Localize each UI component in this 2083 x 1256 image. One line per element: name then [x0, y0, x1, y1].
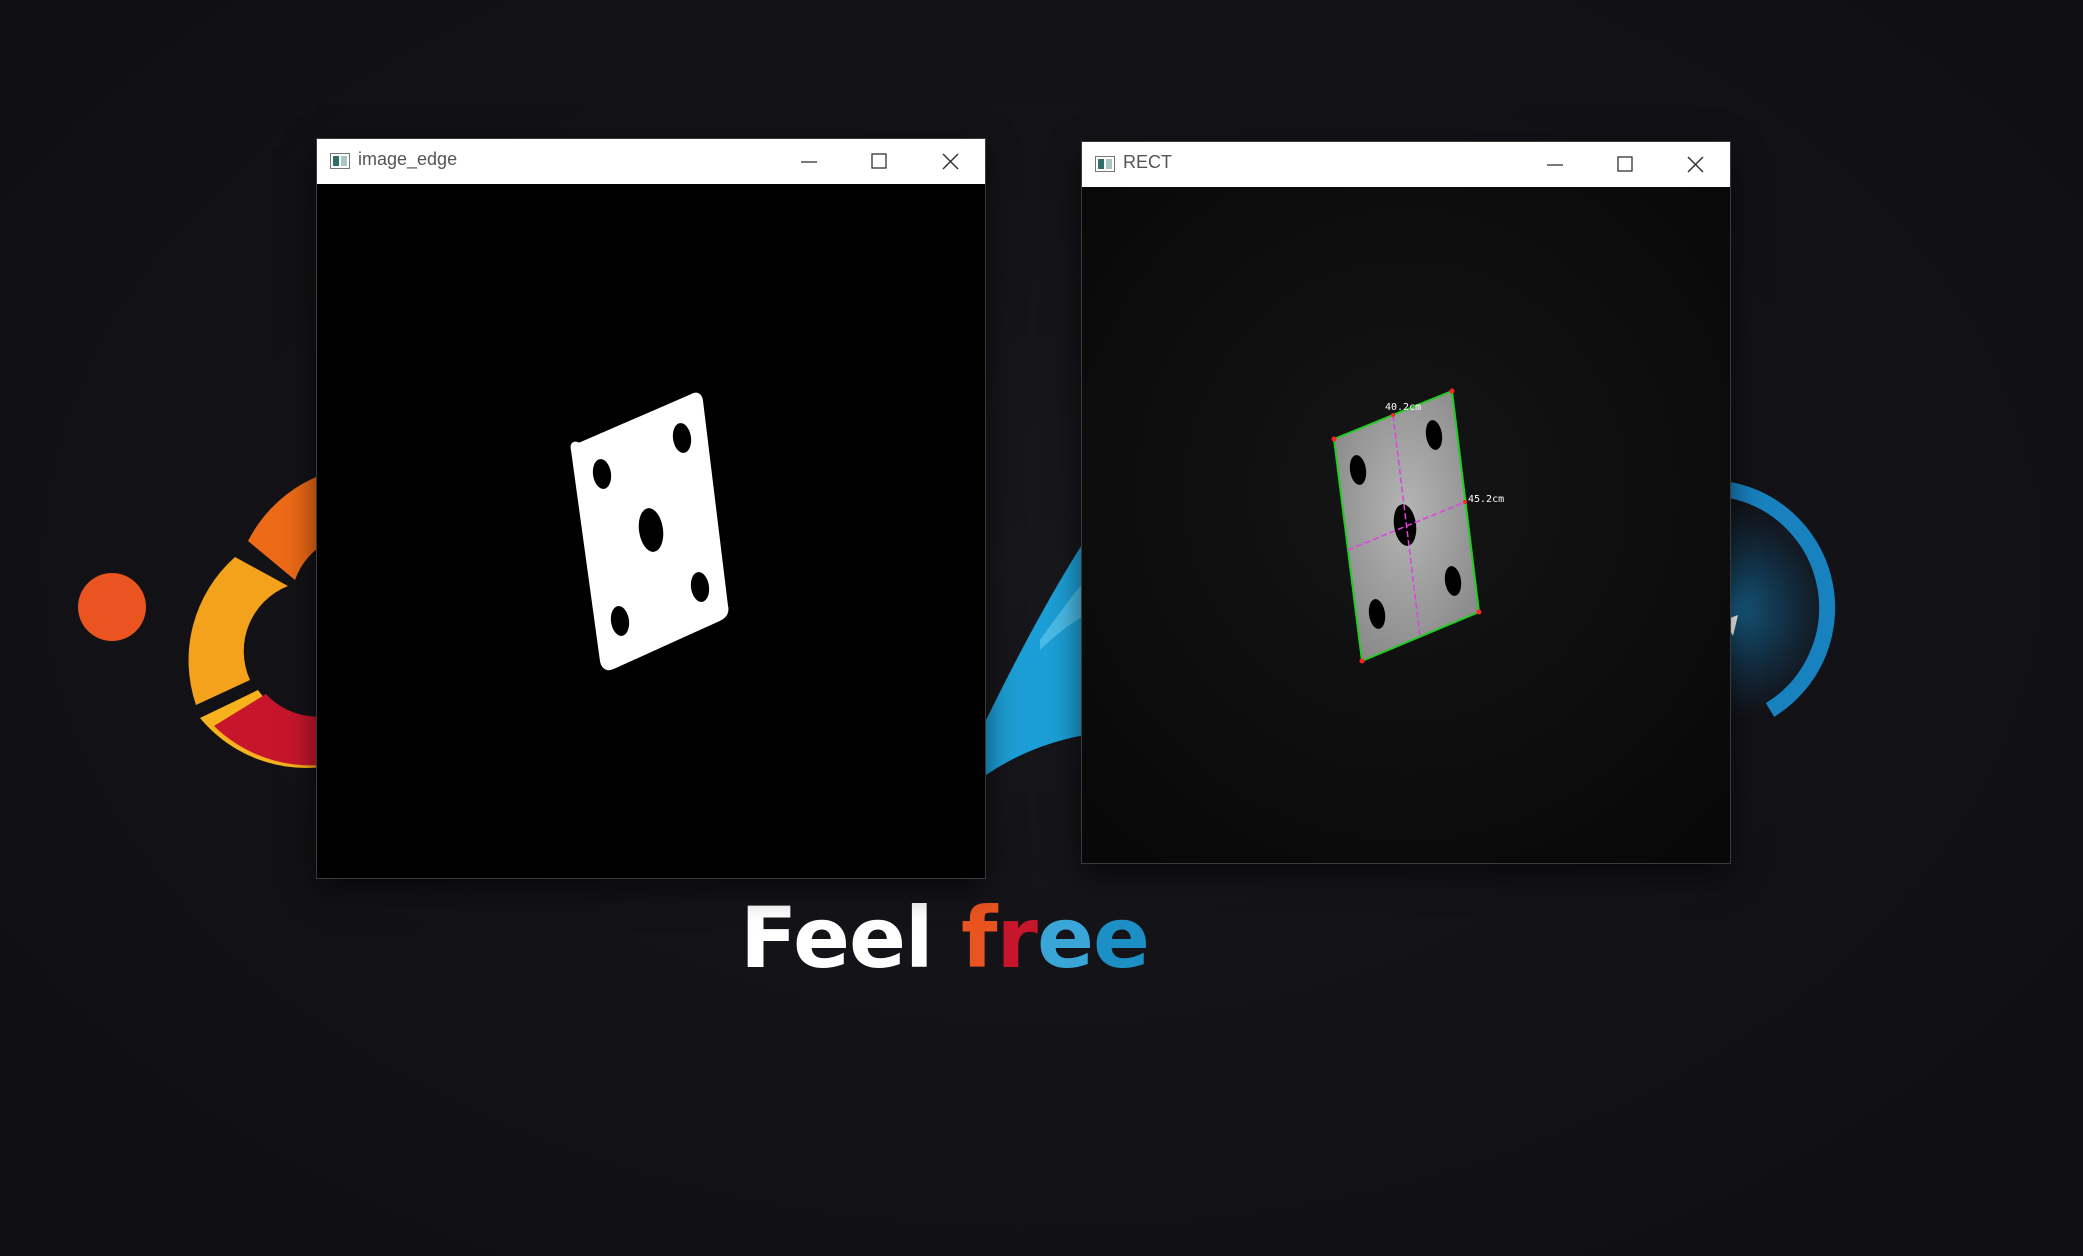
minimize-button[interactable]: [774, 139, 844, 184]
width-measure-label: 40.2cm: [1385, 402, 1421, 413]
window-titlebar[interactable]: RECT: [1082, 142, 1730, 187]
maximize-icon: [1617, 156, 1633, 172]
minimize-icon: [1547, 164, 1563, 166]
window-title: RECT: [1123, 152, 1172, 172]
desktop-tagline: Feel free: [740, 888, 1150, 988]
close-icon: [942, 153, 959, 170]
height-measure-label: 45.2cm: [1468, 494, 1504, 505]
minimize-icon: [801, 161, 817, 163]
tagline-word-free: free: [960, 889, 1150, 987]
maximize-icon: [871, 153, 887, 169]
rect-image-canvas: 40.2cm 45.2cm: [1082, 187, 1730, 863]
close-button[interactable]: [915, 139, 985, 184]
rect-window[interactable]: RECT 40.2cm 45.2cm: [1082, 142, 1730, 863]
window-title: image_edge: [358, 149, 458, 169]
opencv-window-icon: [330, 153, 350, 169]
close-icon: [1687, 156, 1704, 173]
image-edge-window[interactable]: image_edge: [317, 139, 985, 878]
opencv-window-icon: [1095, 156, 1115, 172]
wallpaper-art: [78, 465, 1840, 775]
maximize-button[interactable]: [1590, 142, 1660, 187]
window-titlebar[interactable]: image_edge: [317, 139, 985, 184]
edge-image-canvas: [317, 184, 985, 878]
maximize-button[interactable]: [844, 139, 914, 184]
tagline-word-feel: Feel: [740, 889, 934, 987]
desktop-background: Feel free: [0, 0, 2083, 1256]
wallpaper-swoosh: [986, 540, 1085, 775]
die-silhouette: [570, 392, 729, 671]
minimize-button[interactable]: [1520, 142, 1590, 187]
close-button[interactable]: [1660, 142, 1730, 187]
